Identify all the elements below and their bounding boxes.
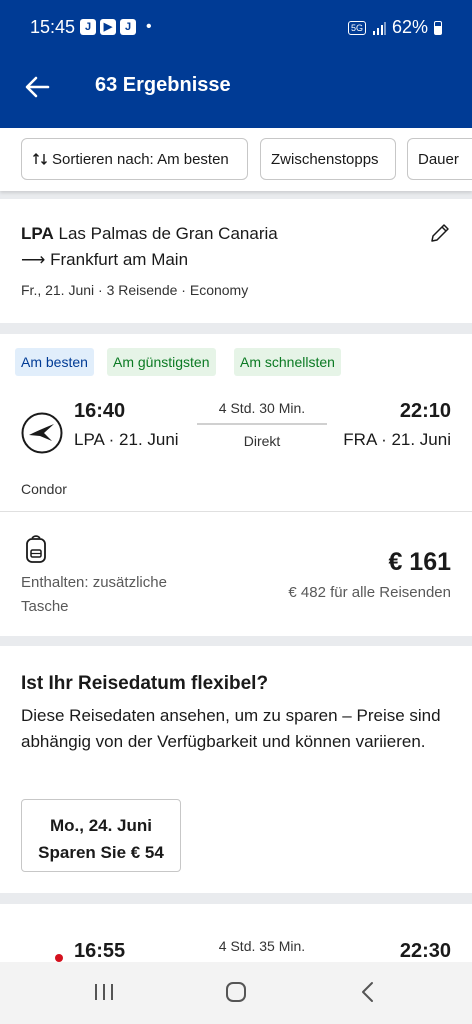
flexible-date-card: Ist Ihr Reisedatum flexibel? Diese Reise… [0, 646, 472, 893]
origin-name: Las Palmas de Gran Canaria [58, 224, 278, 243]
arrival-time: 22:10 [399, 400, 451, 422]
more-notifications-dot: • [146, 18, 152, 35]
flight-result-card[interactable]: Am besten Am günstigsten Am schnellsten … [0, 334, 472, 636]
notification-icons: J ▶ J [80, 19, 136, 35]
route-arrow-icon: ⟶ [21, 250, 46, 269]
divider [0, 511, 472, 512]
tag-cheapest: Am günstigsten [107, 348, 216, 376]
departure-date: 21. Juni [119, 430, 179, 449]
tag-best: Am besten [15, 348, 94, 376]
filter-bar: Sortieren nach: Am besten Zwischenstopps… [0, 128, 472, 191]
arrival-airport: FRA [343, 430, 377, 449]
signal-icon [372, 21, 386, 35]
route-destination: ⟶ Frankfurt am Main [21, 250, 188, 270]
duration-filter-label: Dauer [418, 150, 459, 168]
back-arrow-icon[interactable] [22, 72, 52, 102]
home-icon[interactable] [225, 981, 247, 1003]
sort-label: Sortieren nach: Am besten [52, 150, 229, 168]
edit-pencil-icon[interactable] [428, 221, 452, 245]
flexible-date-title: Ist Ihr Reisedatum flexibel? [21, 673, 269, 694]
battery-icon [434, 20, 442, 35]
airline-logo-icon [21, 412, 63, 454]
status-time: 15:45 [30, 17, 76, 37]
flight-duration: 4 Std. 35 Min. [218, 938, 306, 954]
alternative-savings: Sparen Sie € 54 [38, 843, 164, 862]
flight-duration: 4 Std. 30 Min. [218, 400, 306, 416]
app-bar: 63 Ergebnisse [0, 56, 472, 128]
price-total: € 482 für alle Reisenden [288, 584, 451, 601]
departure-info: LPA · 21. Juni [74, 430, 179, 449]
notification-icon: J [80, 19, 96, 35]
airline-logo-icon [55, 954, 63, 962]
departure-time: 16:40 [74, 400, 126, 422]
stops-filter-button[interactable]: Zwischenstopps [260, 138, 396, 180]
departure-time: 16:55 [74, 940, 126, 962]
route-origin: LPA Las Palmas de Gran Canaria [21, 224, 278, 244]
duration-filter-button[interactable]: Dauer [407, 138, 472, 180]
system-back-icon[interactable] [360, 981, 376, 1003]
destination-name: Frankfurt am Main [50, 250, 189, 269]
youtube-icon: ▶ [100, 19, 116, 35]
network-badge: 5G [347, 20, 366, 35]
baggage-info: Enthalten: zusätzliche Tasche [21, 574, 167, 615]
system-nav-bar [0, 962, 472, 1024]
battery-percent: 62% [391, 17, 428, 37]
price: € 161 [388, 548, 451, 576]
origin-code: LPA [21, 224, 54, 243]
airline-name: Condor [21, 481, 67, 497]
page-title: 63 Ergebnisse [95, 74, 231, 96]
flexible-date-text: Diese Reisedaten ansehen, um zu sparen –… [21, 706, 441, 751]
status-bar: 15:45 J ▶ J • 5G 62% [0, 0, 472, 56]
tag-fastest: Am schnellsten [234, 348, 341, 376]
alternative-date-button[interactable]: Mo., 24. Juni Sparen Sie € 54 [21, 799, 181, 872]
arrival-time: 22:30 [399, 940, 451, 962]
search-details: Fr., 21. Juni · 3 Reisende · Economy [21, 282, 249, 298]
notification-icon: J [120, 19, 136, 35]
status-right: 5G 62% [347, 17, 442, 38]
alternative-date: Mo., 24. Juni [49, 816, 153, 835]
arrival-info: FRA · 21. Juni [343, 430, 451, 449]
sort-button[interactable]: Sortieren nach: Am besten [21, 138, 248, 180]
recent-apps-icon[interactable] [93, 982, 115, 1002]
duration-line [197, 423, 327, 425]
backpack-icon [26, 535, 46, 563]
departure-airport: LPA [74, 430, 104, 449]
stops-filter-label: Zwischenstopps [271, 150, 379, 168]
flight-result-card[interactable]: 16:55 4 Std. 35 Min. 22:30 [0, 904, 472, 962]
sort-icon [33, 153, 47, 165]
arrival-date: 21. Juni [391, 430, 451, 449]
flight-stops: Direkt [243, 433, 281, 449]
search-summary-card[interactable]: LPA Las Palmas de Gran Canaria ⟶ Frankfu… [0, 199, 472, 323]
